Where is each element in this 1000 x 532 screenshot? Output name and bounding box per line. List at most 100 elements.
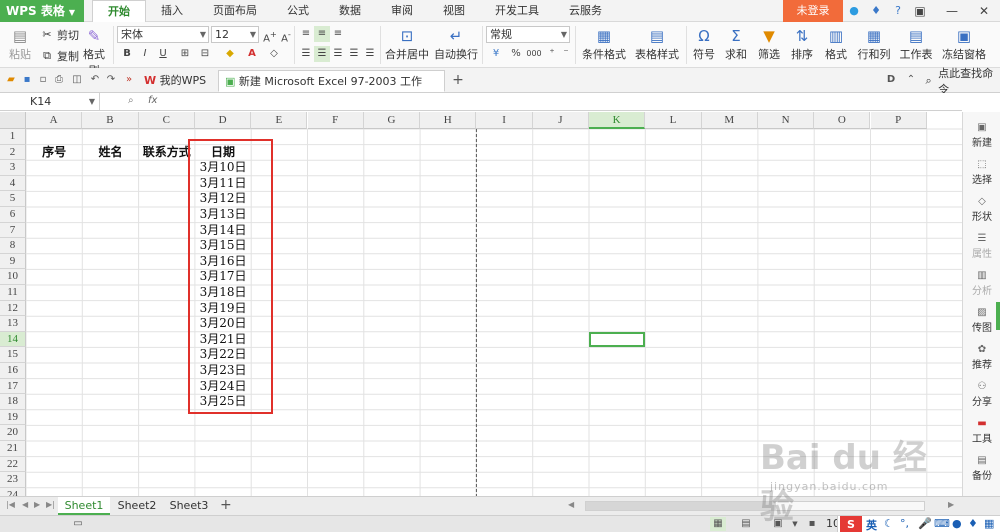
- undo-icon[interactable]: ↶: [88, 73, 102, 87]
- formula-input[interactable]: [170, 93, 962, 111]
- horizontal-scrollbar[interactable]: [585, 501, 925, 511]
- docer-icon[interactable]: D: [884, 73, 898, 87]
- paste-button[interactable]: ▤ 粘贴: [6, 26, 34, 62]
- thousands-button[interactable]: 000: [526, 46, 542, 62]
- cut-button[interactable]: ✂ 剪切: [40, 26, 79, 44]
- cell-a2[interactable]: 序号: [26, 145, 82, 161]
- row-header-23[interactable]: 23: [0, 472, 26, 488]
- sogou-logo-icon[interactable]: S: [840, 516, 862, 532]
- distribute-icon[interactable]: ☰: [362, 46, 378, 62]
- tab-7[interactable]: 开发工具: [480, 0, 554, 22]
- row-header-9[interactable]: 9: [0, 253, 26, 270]
- row-header-4[interactable]: 4: [0, 175, 26, 192]
- prev-sheet-icon[interactable]: ◀: [22, 500, 28, 509]
- sidebar-item-1[interactable]: ⬚ 选择: [963, 159, 1000, 186]
- copy-button[interactable]: ⧉ 复制: [40, 47, 79, 65]
- scroll-right-icon[interactable]: ▶: [948, 500, 954, 509]
- column-header-j[interactable]: J: [532, 112, 589, 129]
- sidebar-item-5[interactable]: ▨ 传图: [963, 307, 1000, 334]
- bold-button[interactable]: B: [119, 46, 135, 62]
- column-header-e[interactable]: E: [251, 112, 308, 129]
- column-header-k[interactable]: K: [589, 112, 646, 129]
- fx-button[interactable]: fx: [148, 95, 157, 106]
- italic-button[interactable]: I: [137, 46, 153, 62]
- column-header-n[interactable]: N: [757, 112, 815, 129]
- scroll-left-icon[interactable]: ◀: [568, 500, 574, 509]
- row-header-19[interactable]: 19: [0, 409, 26, 426]
- tab-1[interactable]: 插入: [146, 0, 198, 22]
- tab-file[interactable]: ▣ 新建 Microsoft Excel 97-2003 工作表.xls *: [218, 70, 445, 110]
- ime-lang[interactable]: 英: [866, 517, 877, 532]
- punct-icon[interactable]: °,: [900, 517, 909, 530]
- fill-color-icon[interactable]: ◆: [222, 46, 238, 62]
- last-sheet-icon[interactable]: ▶|: [46, 500, 55, 509]
- percent-button[interactable]: %: [508, 46, 524, 62]
- justify-icon[interactable]: ☰: [346, 46, 362, 62]
- login-button[interactable]: 未登录: [783, 0, 843, 22]
- wrap-text-button[interactable]: ↵ 自动换行: [434, 26, 478, 62]
- redo-icon[interactable]: ↷: [104, 73, 118, 87]
- sidebar-item-9[interactable]: ▤ 备份: [963, 455, 1000, 482]
- sidebar-item-2[interactable]: ◇ 形状: [963, 196, 1000, 223]
- more-icon[interactable]: »: [122, 73, 136, 87]
- column-header-d[interactable]: D: [194, 112, 252, 129]
- filter-button[interactable]: ▼ 筛选: [755, 26, 783, 62]
- row-header-5[interactable]: 5: [0, 191, 26, 207]
- row-col-button[interactable]: ▦ 行和列: [856, 26, 892, 62]
- sidebar-item-8[interactable]: ▬ 工具: [963, 418, 1000, 445]
- normal-view-icon[interactable]: ▦: [710, 517, 726, 531]
- column-header-a[interactable]: A: [26, 112, 83, 129]
- row-header-8[interactable]: 8: [0, 238, 26, 254]
- row-header-3[interactable]: 3: [0, 160, 26, 176]
- user-icon[interactable]: ●: [952, 517, 962, 530]
- save-icon[interactable]: ▪: [20, 73, 34, 87]
- column-header-p[interactable]: P: [870, 112, 927, 129]
- cell-b2[interactable]: 姓名: [82, 145, 138, 161]
- cell-c2[interactable]: 联系方式: [139, 145, 195, 161]
- row-header-12[interactable]: 12: [0, 300, 26, 317]
- sort-button[interactable]: ⇅ 排序: [788, 26, 816, 62]
- new-tab-icon[interactable]: +: [451, 73, 465, 87]
- row-header-1[interactable]: 1: [0, 129, 26, 145]
- row-header-17[interactable]: 17: [0, 378, 26, 395]
- mic-icon[interactable]: 🎤: [918, 517, 932, 530]
- row-header-24[interactable]: 24: [0, 487, 26, 496]
- worksheet-button[interactable]: ▤ 工作表: [898, 26, 934, 62]
- collapse-icon[interactable]: ⌃: [904, 73, 918, 87]
- preview-icon[interactable]: ◫: [70, 73, 84, 87]
- sidebar-item-0[interactable]: ▣ 新建: [963, 122, 1000, 149]
- number-format-select[interactable]: 常规 ▼: [486, 26, 570, 43]
- first-sheet-icon[interactable]: |◀: [6, 500, 15, 509]
- column-header-b[interactable]: B: [82, 112, 139, 129]
- zoom-icon[interactable]: ⌕: [128, 95, 134, 106]
- status-page-icon[interactable]: ▭: [70, 517, 86, 531]
- clear-format-icon[interactable]: ◇: [266, 46, 282, 62]
- row-header-6[interactable]: 6: [0, 207, 26, 223]
- keyboard-icon[interactable]: ⌨: [934, 517, 950, 530]
- tab-3[interactable]: 公式: [272, 0, 324, 22]
- sidebar-item-4[interactable]: ▥ 分析: [963, 270, 1000, 297]
- zoom-out-icon[interactable]: ▪: [804, 517, 820, 531]
- freeze-button[interactable]: ▣ 冻结窗格: [940, 26, 988, 62]
- row-header-10[interactable]: 10: [0, 269, 26, 285]
- add-sheet-icon[interactable]: +: [220, 497, 232, 513]
- sidebar-item-3[interactable]: ☰ 属性: [963, 233, 1000, 260]
- selected-cell[interactable]: [589, 331, 646, 348]
- close-icon[interactable]: ✕: [968, 0, 1000, 22]
- row-header-2[interactable]: 2: [0, 144, 26, 161]
- column-header-m[interactable]: M: [701, 112, 758, 129]
- row-header-11[interactable]: 11: [0, 285, 26, 301]
- row-header-7[interactable]: 7: [0, 222, 26, 239]
- column-header-l[interactable]: L: [645, 112, 702, 129]
- print-icon[interactable]: ⎙: [52, 73, 66, 87]
- shirt-icon[interactable]: ♦: [968, 517, 978, 530]
- border-icon[interactable]: ⊞: [177, 46, 193, 62]
- increase-font-icon[interactable]: A+: [262, 26, 278, 44]
- minimize-icon[interactable]: —: [936, 0, 968, 22]
- moon-icon[interactable]: ☾: [884, 517, 894, 530]
- name-box[interactable]: K14 ▼: [0, 93, 100, 111]
- page-layout-icon[interactable]: ▤: [738, 517, 754, 531]
- cond-format-button[interactable]: ▦ 条件格式: [579, 26, 629, 62]
- symbol-button[interactable]: Ω 符号: [690, 26, 718, 62]
- tab-4[interactable]: 数据: [324, 0, 376, 22]
